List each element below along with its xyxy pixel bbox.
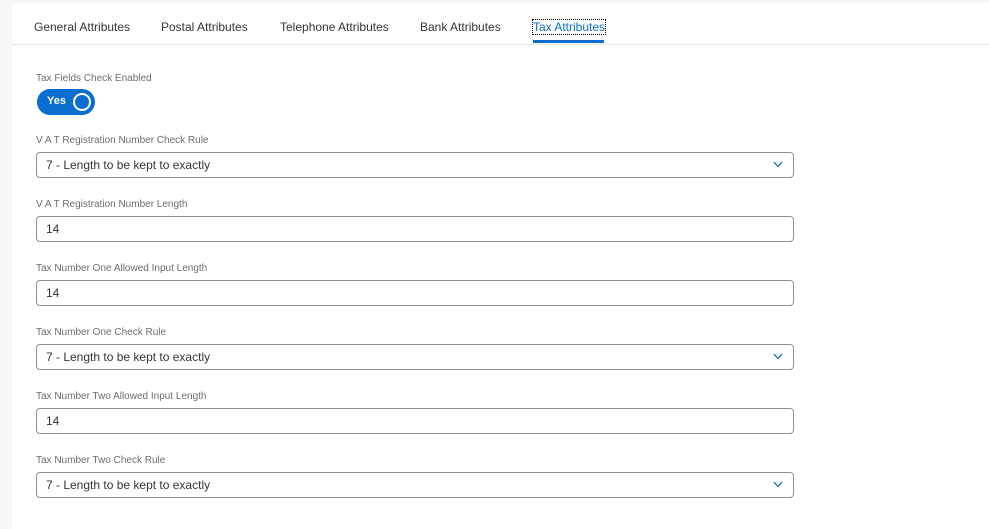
tab-telephone-attributes[interactable]: Telephone Attributes <box>280 20 389 34</box>
tax1-length-value: 14 <box>46 286 60 300</box>
tab-bar: General Attributes Postal Attributes Tel… <box>12 3 989 45</box>
tax2-length-input[interactable]: 14 <box>36 408 794 434</box>
vat-length-input[interactable]: 14 <box>36 216 794 242</box>
tax1-check-rule-value: 7 - Length to be kept to exactly <box>46 350 211 364</box>
vat-check-rule-value: 7 - Length to be kept to exactly <box>46 158 211 172</box>
switch-state-text: Yes <box>47 95 66 107</box>
tax2-length-label: Tax Number Two Allowed Input Length <box>36 391 207 402</box>
active-tab-indicator <box>533 40 604 43</box>
tax2-check-rule-label: Tax Number Two Check Rule <box>36 455 166 466</box>
vat-length-value: 14 <box>46 222 60 236</box>
vat-length-label: V A T Registration Number Length <box>36 199 188 210</box>
tax-fields-check-label: Tax Fields Check Enabled <box>36 73 152 84</box>
tab-general-attributes[interactable]: General Attributes <box>34 20 130 34</box>
tax-fields-check-switch[interactable]: Yes <box>37 89 95 115</box>
tax1-length-label: Tax Number One Allowed Input Length <box>36 263 208 274</box>
chevron-down-icon[interactable] <box>773 353 783 360</box>
vat-check-rule-select[interactable]: 7 - Length to be kept to exactly <box>36 152 794 178</box>
switch-knob <box>73 93 91 111</box>
tax-attributes-page: General Attributes Postal Attributes Tel… <box>12 3 989 529</box>
tax2-check-rule-select[interactable]: 7 - Length to be kept to exactly <box>36 472 794 498</box>
tab-postal-attributes[interactable]: Postal Attributes <box>161 20 248 34</box>
tax1-length-input[interactable]: 14 <box>36 280 794 306</box>
tax2-check-rule-value: 7 - Length to be kept to exactly <box>46 478 211 492</box>
chevron-down-icon[interactable] <box>773 161 783 168</box>
tab-bank-attributes[interactable]: Bank Attributes <box>420 20 501 34</box>
tax1-check-rule-label: Tax Number One Check Rule <box>36 327 167 338</box>
tax2-length-value: 14 <box>46 414 60 428</box>
tax1-check-rule-select[interactable]: 7 - Length to be kept to exactly <box>36 344 794 370</box>
tab-tax-attributes[interactable]: Tax Attributes <box>531 19 607 35</box>
vat-check-rule-label: V A T Registration Number Check Rule <box>36 135 209 146</box>
chevron-down-icon[interactable] <box>773 481 783 488</box>
